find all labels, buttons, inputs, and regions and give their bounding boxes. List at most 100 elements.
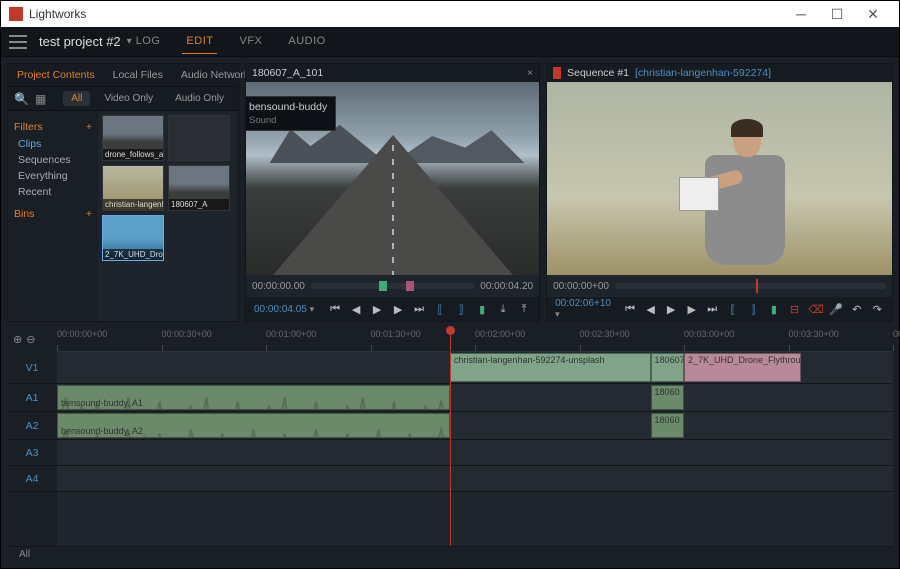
zoom-in-icon[interactable]: ⊕: [13, 333, 22, 346]
thumb-label: christian-langenhan-5: [103, 199, 163, 210]
timeline-clip-audio[interactable]: 18060: [651, 413, 684, 438]
clip-label: 180607: [655, 355, 684, 365]
mark-clip-icon[interactable]: ▮: [767, 303, 781, 316]
bin-tab-local[interactable]: Local Files: [104, 64, 172, 86]
project-contents-panel: Project Contents Local Files Audio Netwo…: [7, 63, 239, 322]
filter-video[interactable]: Video Only: [96, 91, 161, 106]
record-scrubber[interactable]: [615, 283, 886, 289]
sidebar-item-clips[interactable]: Clips: [14, 136, 92, 152]
clip-thumb[interactable]: 180607_A: [168, 165, 230, 211]
menu-icon[interactable]: [9, 35, 27, 49]
tab-audio[interactable]: AUDIO: [284, 29, 329, 54]
play-icon[interactable]: ▶: [370, 303, 384, 316]
project-name[interactable]: test project #2: [39, 34, 121, 49]
record-indicator-icon: [553, 67, 561, 79]
track-label-v1[interactable]: V1: [7, 352, 57, 384]
tab-vfx[interactable]: VFX: [235, 29, 266, 54]
tab-edit[interactable]: EDIT: [182, 29, 217, 54]
filter-all[interactable]: All: [63, 91, 90, 106]
go-start-icon[interactable]: ⏮: [623, 303, 637, 316]
clip-label: 18060: [655, 387, 680, 397]
mark-out-handle[interactable]: [406, 281, 414, 291]
source-viewport[interactable]: bensound-buddy Sound: [246, 82, 539, 275]
add-filter-icon[interactable]: +: [86, 121, 92, 133]
step-back-icon[interactable]: ◀: [644, 303, 658, 316]
go-end-icon[interactable]: ⏭: [705, 303, 719, 316]
delete-icon[interactable]: ⌫: [808, 303, 822, 316]
track-label-a3[interactable]: A3: [7, 440, 57, 466]
close-icon[interactable]: ×: [527, 67, 533, 79]
tc-in: 00:00:00.00: [252, 281, 305, 292]
sidebar-item-recent[interactable]: Recent: [14, 184, 92, 200]
timeline-clip-audio[interactable]: bensound-buddy, A1: [57, 385, 450, 410]
mark-in-handle[interactable]: [379, 281, 387, 291]
insert-icon[interactable]: ⤓: [496, 303, 510, 316]
timeline-clip[interactable]: christian-langenhan-592274-unsplash: [450, 353, 651, 382]
timeline-tracks[interactable]: christian-langenhan-592274-unsplash 1806…: [57, 352, 893, 546]
tc-out: 00:00:04.20: [480, 281, 533, 292]
app-header: test project #2 ▾ LOG EDIT VFX AUDIO: [1, 27, 899, 57]
track-label-a4[interactable]: A4: [7, 466, 57, 492]
close-window-button[interactable]: ✕: [855, 1, 891, 27]
sidebar-item-everything[interactable]: Everything: [14, 168, 92, 184]
mark-in-icon[interactable]: ⟦: [726, 303, 740, 316]
tc-in: 00:00:00+00: [553, 281, 609, 292]
ruler-tick: 00:03:30+00: [789, 329, 839, 339]
source-title: 180607_A_101: [252, 67, 323, 79]
ruler-tick: 00:01:30+00: [371, 329, 421, 339]
playhead-icon[interactable]: [756, 279, 758, 293]
ruler-playhead[interactable]: [450, 326, 451, 351]
clip-thumb[interactable]: drone_follows_a_car: [102, 115, 164, 161]
overwrite-icon[interactable]: ⤒: [517, 303, 531, 316]
step-fwd-icon[interactable]: ▶: [685, 303, 699, 316]
timeline-clip[interactable]: 2_7K_UHD_Drone_Flythrough: [684, 353, 801, 382]
redo-icon[interactable]: ↷: [870, 303, 884, 316]
add-bin-icon[interactable]: +: [86, 208, 92, 220]
source-scrubber[interactable]: [311, 283, 474, 289]
clip-link[interactable]: [christian-langenhan-592274]: [635, 67, 771, 79]
clip-thumb-selected[interactable]: 2_7K_UHD_Drone_Fly: [102, 215, 164, 261]
undo-icon[interactable]: ↶: [850, 303, 864, 316]
grid-view-icon[interactable]: ▦: [35, 92, 46, 106]
remove-icon[interactable]: ⊟: [788, 303, 802, 316]
thumb-label: 180607_A: [169, 199, 229, 210]
timeline-clip[interactable]: 180607: [651, 353, 684, 382]
maximize-button[interactable]: ☐: [819, 1, 855, 27]
source-viewer: 180607_A_101 × bensound-buddy Sound 00:0…: [245, 63, 540, 322]
sidebar-item-sequences[interactable]: Sequences: [14, 152, 92, 168]
minimize-button[interactable]: ─: [783, 1, 819, 27]
tc-current: 00:00:04.05 ▾: [254, 304, 314, 315]
go-end-icon[interactable]: ⏭: [412, 303, 426, 316]
clip-label: bensound-buddy, A1: [61, 398, 143, 408]
timeline-clip-audio[interactable]: bensound-buddy, A2: [57, 413, 450, 438]
ruler-tick: 00:02:00+00: [475, 329, 525, 339]
bin-tab-project[interactable]: Project Contents: [8, 64, 104, 86]
clip-thumb[interactable]: christian-langenhan-5: [102, 165, 164, 211]
timeline-panel: ⊕ ⊖ 00:00:00+0000:00:30+0000:01:00+0000:…: [1, 322, 899, 568]
search-icon[interactable]: 🔍: [14, 92, 29, 106]
sequence-title: Sequence #1: [567, 67, 629, 79]
timeline-playhead[interactable]: [450, 352, 451, 546]
timeline-clip-audio[interactable]: 18060: [651, 385, 684, 410]
filter-audio[interactable]: Audio Only: [167, 91, 232, 106]
record-viewport[interactable]: [547, 82, 892, 275]
clip-thumb[interactable]: [168, 115, 230, 161]
mark-clip-icon[interactable]: ▮: [475, 303, 489, 316]
track-label-a1[interactable]: A1: [7, 384, 57, 412]
mark-out-icon[interactable]: ⟧: [454, 303, 468, 316]
play-icon[interactable]: ▶: [664, 303, 678, 316]
all-tracks-label[interactable]: All: [19, 549, 30, 560]
mark-in-icon[interactable]: ⟦: [433, 303, 447, 316]
titlebar: Lightworks ─ ☐ ✕: [1, 1, 899, 27]
mic-icon[interactable]: 🎤: [829, 303, 843, 316]
clip-label: 2_7K_UHD_Drone_Flythrough: [688, 355, 801, 365]
zoom-out-icon[interactable]: ⊖: [26, 333, 35, 346]
mark-out-icon[interactable]: ⟧: [747, 303, 761, 316]
step-fwd-icon[interactable]: ▶: [391, 303, 405, 316]
go-start-icon[interactable]: ⏮: [328, 303, 342, 316]
timeline-ruler[interactable]: 00:00:00+0000:00:30+0000:01:00+0000:01:3…: [57, 326, 893, 352]
tab-log[interactable]: LOG: [132, 29, 165, 54]
step-back-icon[interactable]: ◀: [349, 303, 363, 316]
record-viewer: Sequence #1 [christian-langenhan-592274]…: [546, 63, 893, 322]
track-label-a2[interactable]: A2: [7, 412, 57, 440]
